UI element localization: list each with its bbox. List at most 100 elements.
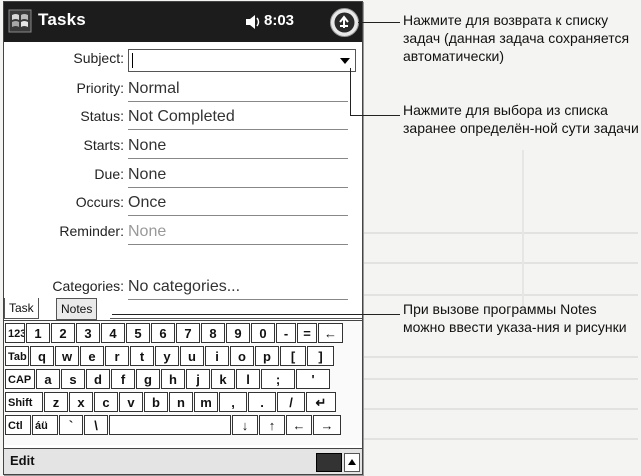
key[interactable]: \	[84, 415, 108, 435]
key[interactable]: e	[80, 346, 104, 366]
tab-task[interactable]: Task	[4, 298, 39, 319]
arrow-up-key[interactable]: ↑	[259, 415, 285, 435]
arrow-down-key[interactable]: ↓	[232, 415, 258, 435]
keyboard-icon[interactable]	[316, 453, 342, 472]
key[interactable]: =	[297, 323, 317, 343]
status-row[interactable]: Status: Not Completed	[4, 104, 362, 132]
key[interactable]: 2	[51, 323, 75, 343]
key[interactable]: 3	[76, 323, 100, 343]
key[interactable]: z	[44, 392, 68, 412]
task-form: Subject: Priority: Normal Status: Not Co…	[4, 42, 362, 274]
background-rule	[362, 262, 638, 264]
speaker-icon[interactable]	[244, 13, 262, 31]
due-row[interactable]: Due: None	[4, 162, 362, 190]
key[interactable]: l	[236, 369, 260, 389]
key[interactable]: h	[161, 369, 185, 389]
key[interactable]: j	[186, 369, 210, 389]
key[interactable]: 1	[26, 323, 50, 343]
categories-row[interactable]: Categories: No categories...	[4, 274, 362, 300]
key-caps[interactable]: CAP	[5, 369, 35, 389]
background-rule	[362, 232, 638, 234]
subject-input[interactable]	[128, 49, 356, 72]
spacebar[interactable]	[109, 415, 231, 435]
key-shift[interactable]: Shift	[5, 392, 43, 412]
key[interactable]: 0	[251, 323, 275, 343]
key[interactable]: `	[59, 415, 83, 435]
background-rule	[362, 294, 638, 296]
starts-row[interactable]: Starts: None	[4, 133, 362, 161]
tab-divider	[110, 318, 362, 319]
input-selector-arrow-icon[interactable]	[344, 453, 360, 472]
key-tab[interactable]: Tab	[5, 346, 29, 366]
starts-label: Starts:	[83, 137, 124, 153]
key[interactable]: -	[276, 323, 296, 343]
reminder-value[interactable]: None	[128, 221, 348, 245]
due-value[interactable]: None	[128, 164, 348, 188]
key[interactable]: w	[55, 346, 79, 366]
key-123[interactable]: 123	[5, 323, 25, 343]
key[interactable]: 5	[126, 323, 150, 343]
ok-button[interactable]	[330, 8, 359, 37]
clock[interactable]: 8:03	[264, 12, 294, 29]
key[interactable]: ;	[261, 369, 295, 389]
subject-row: Subject:	[4, 46, 362, 74]
key[interactable]: q	[30, 346, 54, 366]
tab-notes[interactable]: Notes	[56, 298, 98, 320]
key[interactable]: b	[144, 392, 168, 412]
occurs-label: Occurs:	[75, 194, 124, 210]
key[interactable]: s	[61, 369, 85, 389]
key[interactable]: v	[119, 392, 143, 412]
subject-dropdown-arrow-icon[interactable]	[340, 58, 350, 64]
key[interactable]: n	[169, 392, 193, 412]
key[interactable]: 9	[226, 323, 250, 343]
occurs-row[interactable]: Occurs: Once	[4, 190, 362, 218]
arrow-right-key[interactable]: →	[313, 415, 341, 435]
callout-subject-text: Нажмите для выбора из списка заранее опр…	[403, 102, 639, 136]
key[interactable]: x	[69, 392, 93, 412]
reminder-row[interactable]: Reminder: None	[4, 219, 362, 247]
edit-menu[interactable]: Edit	[10, 453, 35, 468]
key[interactable]: .	[248, 392, 276, 412]
occurs-value[interactable]: Once	[128, 192, 348, 216]
key[interactable]: p	[255, 346, 279, 366]
background-rule	[362, 438, 638, 440]
key[interactable]: ,	[219, 392, 247, 412]
key[interactable]: ]	[307, 346, 334, 366]
soft-keyboard: 123 1 2 3 4 5 6 7 8 9 0 - = ← Tab q w e …	[4, 320, 362, 445]
key[interactable]: '	[296, 369, 330, 389]
key[interactable]: /	[277, 392, 305, 412]
key[interactable]: [	[280, 346, 306, 366]
ok-icon	[334, 12, 355, 33]
key[interactable]: f	[111, 369, 135, 389]
key[interactable]: 6	[151, 323, 175, 343]
tab-strip: Task Notes	[4, 298, 362, 320]
key[interactable]: o	[230, 346, 254, 366]
key[interactable]: r	[105, 346, 129, 366]
key[interactable]: 4	[101, 323, 125, 343]
key[interactable]: 7	[176, 323, 200, 343]
key[interactable]: 8	[201, 323, 225, 343]
arrow-left-key[interactable]: ←	[286, 415, 312, 435]
status-value[interactable]: Not Completed	[128, 106, 348, 130]
start-menu-icon[interactable]	[8, 9, 32, 33]
categories-value[interactable]: No categories...	[128, 276, 348, 300]
key-accents[interactable]: áü	[32, 415, 58, 435]
key[interactable]: d	[86, 369, 110, 389]
backspace-key[interactable]: ←	[318, 323, 343, 343]
key[interactable]: a	[36, 369, 60, 389]
key[interactable]: i	[205, 346, 229, 366]
key[interactable]: k	[211, 369, 235, 389]
key[interactable]: y	[155, 346, 179, 366]
key[interactable]: g	[136, 369, 160, 389]
key[interactable]: c	[94, 392, 118, 412]
key[interactable]: t	[130, 346, 154, 366]
enter-key[interactable]: ↵	[306, 392, 336, 412]
key-ctrl[interactable]: Ctl	[5, 415, 31, 435]
priority-value[interactable]: Normal	[128, 78, 348, 102]
key[interactable]: m	[194, 392, 218, 412]
background-rule	[362, 408, 638, 410]
priority-row[interactable]: Priority: Normal	[4, 76, 362, 104]
starts-value[interactable]: None	[128, 135, 348, 159]
key[interactable]: u	[180, 346, 204, 366]
keyboard-row-asdf: CAP a s d f g h j k l ; '	[5, 369, 331, 391]
